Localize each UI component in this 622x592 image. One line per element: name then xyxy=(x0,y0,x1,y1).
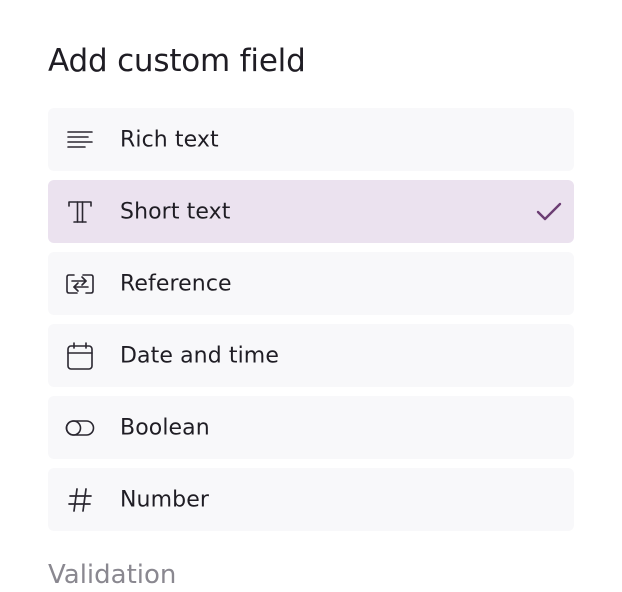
toggle-icon xyxy=(64,412,96,444)
panel-title: Add custom field xyxy=(48,43,306,79)
reference-icon xyxy=(64,268,96,300)
align-left-icon xyxy=(64,124,96,156)
option-reference[interactable]: Reference xyxy=(48,252,574,315)
option-rich-text[interactable]: Rich text xyxy=(48,108,574,171)
option-label: Rich text xyxy=(120,127,219,152)
option-number[interactable]: Number xyxy=(48,468,574,531)
option-label: Reference xyxy=(120,271,232,296)
text-type-icon xyxy=(64,196,96,228)
calendar-icon xyxy=(64,340,96,372)
option-label: Date and time xyxy=(120,343,279,368)
option-boolean[interactable]: Boolean xyxy=(48,396,574,459)
check-icon xyxy=(534,197,564,227)
hash-icon xyxy=(64,484,96,516)
option-label: Number xyxy=(120,487,209,512)
option-short-text[interactable]: Short text xyxy=(48,180,574,243)
validation-section-label: Validation xyxy=(48,560,177,590)
option-date-and-time[interactable]: Date and time xyxy=(48,324,574,387)
option-label: Short text xyxy=(120,199,231,224)
option-label: Boolean xyxy=(120,415,210,440)
add-custom-field-panel: Add custom field Rich text Short text Re… xyxy=(0,0,622,592)
